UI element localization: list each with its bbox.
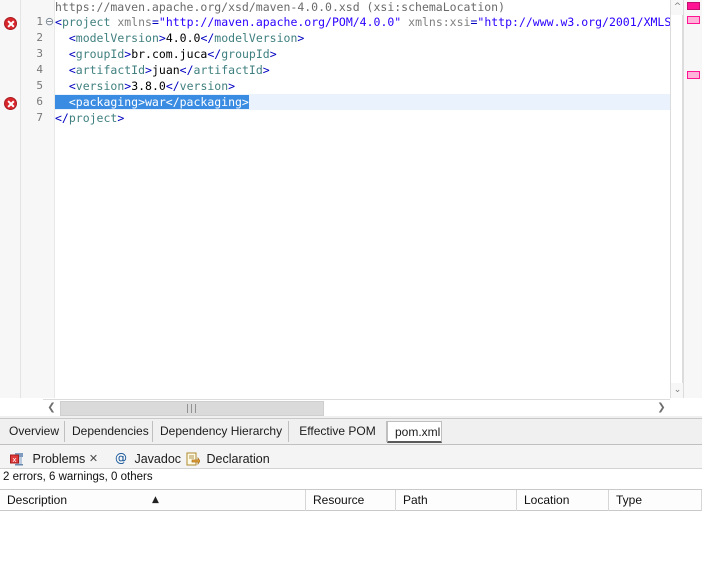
line-number-6: 6: [36, 95, 43, 108]
editor-tab-overview[interactable]: Overview: [2, 421, 65, 442]
editor-folding-ruler[interactable]: [43, 0, 55, 398]
column-header-type[interactable]: Type: [609, 490, 702, 511]
eclipse-ide-window: https://maven.apache.org/xsd/maven-4.0.0…: [0, 0, 702, 578]
pom-editor-page-tabs[interactable]: Overview Dependencies Dependency Hierarchy…: [0, 418, 702, 443]
editor-tab-dependency-hierarchy[interactable]: Dependency Hierarchy: [153, 421, 289, 442]
line-number-7: 7: [36, 111, 43, 124]
editor-horizontal-scrollbar[interactable]: ❮ ||| ❯: [43, 399, 670, 416]
line-number-3: 3: [36, 47, 43, 60]
horizontal-scroll-thumb[interactable]: |||: [60, 401, 324, 416]
tab-problems-label: Problems: [32, 451, 86, 466]
code-line-5[interactable]: <version>3.8.0</version>: [55, 78, 235, 94]
tab-javadoc-label: Javadoc: [134, 451, 182, 466]
code-line-3[interactable]: <groupId>br.com.juca</groupId>: [55, 46, 277, 62]
column-header-resource[interactable]: Resource: [306, 490, 396, 511]
sort-ascending-icon[interactable]: ▲: [152, 496, 161, 505]
xml-editor[interactable]: https://maven.apache.org/xsd/maven-4.0.0…: [0, 0, 702, 416]
code-line-4[interactable]: <artifactId>juan</artifactId>: [55, 62, 270, 78]
problems-status-summary: 2 errors, 6 warnings, 0 others: [3, 471, 153, 483]
editor-vertical-scrollbar[interactable]: ^ ⌄: [670, 0, 684, 398]
editor-overview-ruler[interactable]: [683, 0, 702, 398]
fold-collapse-icon[interactable]: ⊖: [44, 14, 55, 30]
line-number-2: 2: [36, 31, 43, 44]
code-line-1[interactable]: <project xmlns="http://maven.apache.org/…: [55, 14, 670, 30]
declaration-icon: [186, 452, 201, 466]
editor-tab-pom-xml[interactable]: pom.xml: [387, 421, 442, 443]
error-marker-icon-line-1[interactable]: [4, 15, 17, 31]
bottom-view-stack: x Problems ✕ @ Javadoc Declaration 2 err…: [0, 444, 702, 578]
schema-location-hover-text: https://maven.apache.org/xsd/maven-4.0.0…: [55, 0, 506, 14]
tab-javadoc[interactable]: @ Javadoc: [114, 448, 181, 468]
chevron-right-icon[interactable]: ❯: [653, 400, 670, 416]
tab-declaration[interactable]: Declaration: [186, 448, 270, 468]
problems-table-header[interactable]: Description ▲ Resource Path Location Type: [0, 489, 702, 511]
error-marker-icon-line-6[interactable]: [4, 95, 17, 111]
column-header-path[interactable]: Path: [396, 490, 517, 511]
overview-marker-error-3[interactable]: [687, 71, 700, 79]
editor-tab-effective-pom[interactable]: Effective POM: [289, 421, 387, 442]
close-icon[interactable]: ✕: [88, 453, 99, 464]
problems-icon: x: [10, 452, 25, 466]
code-line-7[interactable]: </project>: [55, 110, 124, 126]
view-tab-bar[interactable]: x Problems ✕ @ Javadoc Declaration: [0, 445, 702, 469]
tab-problems[interactable]: x Problems ✕: [10, 448, 98, 468]
column-header-location[interactable]: Location: [517, 490, 609, 511]
code-line-6[interactable]: <packaging>war</packaging>: [55, 94, 249, 110]
overview-marker-error-2[interactable]: [687, 16, 700, 24]
tab-declaration-label: Declaration: [206, 451, 270, 466]
code-line-2[interactable]: <modelVersion>4.0.0</modelVersion>: [55, 30, 304, 46]
editor-marker-ruler[interactable]: [0, 0, 21, 398]
javadoc-at-icon: @: [115, 450, 127, 465]
line-number-1: 1: [36, 15, 43, 28]
editor-tab-dependencies[interactable]: Dependencies: [65, 421, 153, 442]
line-number-5: 5: [36, 79, 43, 92]
line-number-4: 4: [36, 63, 43, 76]
svg-text:x: x: [12, 456, 16, 464]
code-surface[interactable]: https://maven.apache.org/xsd/maven-4.0.0…: [55, 0, 670, 398]
chevron-left-icon[interactable]: ❮: [43, 400, 60, 416]
overview-marker-error-1[interactable]: [687, 2, 700, 10]
